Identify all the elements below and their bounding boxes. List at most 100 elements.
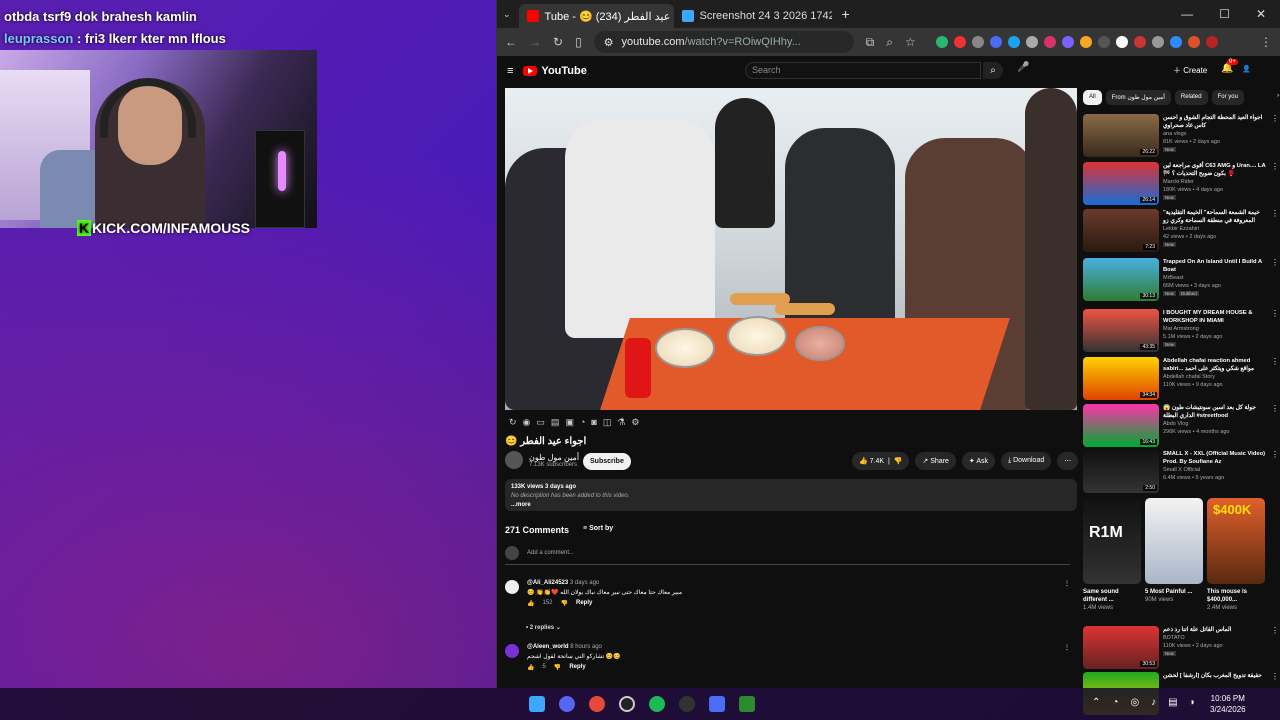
tab-screenshot[interactable]: Screenshot 24 3 2026 17422 w ✕ [674, 4, 832, 28]
reload-icon[interactable]: ↻ [553, 35, 563, 49]
more-link[interactable]: ...more [511, 501, 1071, 510]
back-icon[interactable]: ← [505, 35, 517, 49]
chip-from-channel[interactable]: From أمين مول طون [1105, 90, 1171, 105]
volume-icon[interactable]: ◗ [1190, 697, 1196, 708]
recommendation-item[interactable]: 30:53 الماس القاتل علة اتنا رد دعم BOTATO 1… [1083, 626, 1279, 669]
minimize-icon[interactable]: — [1181, 7, 1193, 21]
chip-all[interactable]: All [1083, 90, 1102, 105]
video-thumbnail[interactable]: 30:53 [1083, 626, 1159, 669]
settings-icon[interactable]: ⚙ [631, 417, 639, 428]
like-icon[interactable]: 👍 [527, 600, 534, 607]
app-icon[interactable] [679, 696, 695, 712]
caption-icon[interactable]: ▤ [551, 417, 560, 428]
extension-icon[interactable] [1061, 36, 1074, 48]
chip-related[interactable]: Related [1174, 90, 1208, 105]
obs-icon[interactable] [619, 696, 635, 712]
zoom-icon[interactable]: ⌕ [886, 35, 893, 50]
extension-icon[interactable] [1187, 36, 1200, 48]
short-thumbnail[interactable]: R1M [1083, 498, 1141, 584]
subscribe-button[interactable]: Subscribe [583, 453, 631, 470]
filter-icon[interactable]: ⚗ [617, 417, 625, 428]
extension-icon[interactable] [1097, 36, 1110, 48]
site-info-icon[interactable]: ⚙ [604, 36, 614, 49]
short-thumbnail[interactable] [1145, 498, 1203, 584]
recommendation-menu-icon[interactable]: ⋮ [1271, 309, 1279, 352]
recommendation-menu-icon[interactable]: ⋮ [1271, 357, 1279, 400]
recommendation-item[interactable]: 34:34 Abdellah chafai reaction ahmed sabi… [1083, 357, 1279, 400]
comment-author[interactable]: @Ali_Ali24523 [527, 580, 568, 586]
menu-icon[interactable]: ⋮ [1260, 35, 1272, 49]
theater-icon[interactable]: ▭ [536, 417, 545, 428]
spotify-icon[interactable] [649, 696, 665, 712]
video-thumbnail[interactable]: 30:13 [1083, 258, 1159, 301]
add-comment-input[interactable]: Add a comment... [527, 550, 574, 556]
recommendation-item[interactable]: 26:14 أقوى مراجعة لين C63 AMG و Uran.... … [1083, 162, 1279, 205]
app-icon[interactable] [739, 696, 755, 712]
comment-menu-icon[interactable]: ⋮ [1064, 580, 1070, 607]
extension-icon[interactable] [989, 36, 1002, 48]
short-title[interactable]: 5 Most Painful ... [1145, 588, 1203, 596]
mic-icon[interactable]: ♪ [1151, 697, 1156, 708]
tray-icon[interactable]: ◎ [1130, 697, 1139, 708]
app-icon[interactable] [709, 696, 725, 712]
url-field[interactable]: ⚙ youtube.com/watch?v=ROiwQIHhy... [593, 31, 854, 53]
clock[interactable]: 10:06 PM 3/24/2026 [1210, 693, 1246, 715]
dislike-icon[interactable]: 👎 [561, 600, 568, 607]
recommendation-item[interactable]: 2:50 SMALL X - XXL (Official Music Video)… [1083, 450, 1279, 493]
recommendation-menu-icon[interactable]: ⋮ [1271, 450, 1279, 493]
extension-icon[interactable] [971, 36, 984, 48]
loop-icon[interactable]: ↻ [509, 417, 517, 428]
forward-icon[interactable]: → [529, 35, 541, 49]
extension-icon[interactable] [1151, 36, 1164, 48]
like-icon[interactable]: 👍 [527, 664, 534, 671]
recommendation-item[interactable]: 16:43 جولة كل بعد اسبن سونتيشات طون 😱 الد… [1083, 404, 1279, 447]
tab-youtube[interactable]: Tube - 😊 اجواء عيد الفطر (234) ✕ [518, 4, 674, 28]
avatar[interactable] [505, 644, 519, 658]
short-title[interactable]: Same sound different ... [1083, 588, 1141, 604]
recommendation-menu-icon[interactable]: ⋮ [1271, 626, 1279, 669]
windows-start-icon[interactable] [529, 696, 545, 712]
share-button[interactable]: ↗ Share [915, 452, 956, 470]
download-button[interactable]: ⤓ Download [1001, 452, 1052, 470]
video-thumbnail[interactable]: 26:22 [1083, 114, 1159, 157]
install-icon[interactable]: ⧉ [866, 35, 875, 50]
new-tab-icon[interactable]: + [842, 6, 850, 22]
tab-list-icon[interactable]: ⌄ [503, 9, 511, 20]
extension-icon[interactable] [1007, 36, 1020, 48]
bookmark-star-icon[interactable]: ☆ [905, 35, 916, 49]
screenshot-icon[interactable]: ◙ [591, 417, 596, 428]
recommendation-menu-icon[interactable]: ⋮ [1271, 258, 1279, 301]
volume-icon[interactable]: ◫ [603, 417, 612, 428]
reply-button[interactable]: Reply [569, 664, 585, 671]
extension-icon[interactable] [1169, 36, 1182, 48]
microphone-icon[interactable]: 🎤 [1017, 62, 1029, 73]
recommendation-menu-icon[interactable]: ⋮ [1271, 209, 1279, 252]
video-thumbnail[interactable]: 2:50 [1083, 450, 1159, 493]
create-button[interactable]: ＋ Create [1173, 65, 1207, 76]
extension-icon[interactable] [953, 36, 966, 48]
short-title[interactable]: This mouse is $400,000... [1207, 588, 1265, 604]
extension-icon[interactable] [1043, 36, 1056, 48]
extension-icon[interactable] [1115, 36, 1128, 48]
extension-icon[interactable] [1205, 36, 1218, 48]
tray-icon[interactable]: ◔ [1112, 697, 1118, 708]
recommendation-item[interactable]: 7:23 "خيمة الشمعة السماحة" الخيمة التقليد… [1083, 209, 1279, 252]
recommendation-menu-icon[interactable]: ⋮ [1271, 404, 1279, 447]
network-icon[interactable]: ▤ [1168, 697, 1177, 708]
pip-icon[interactable]: ▣ [565, 417, 574, 428]
maximize-icon[interactable]: ☐ [1219, 7, 1230, 21]
video-thumbnail[interactable]: 26:14 [1083, 162, 1159, 205]
chrome-icon[interactable] [589, 696, 605, 712]
recommendation-item[interactable]: 30:13 Trapped On An Island Until I Build … [1083, 258, 1279, 301]
channel-name[interactable]: أمين مول طون [529, 453, 579, 462]
chevron-up-icon[interactable]: ⌃ [1092, 697, 1100, 708]
extension-icon[interactable] [1079, 36, 1092, 48]
like-button[interactable]: 👍 7.4K | 👎 [852, 452, 910, 470]
channel-avatar[interactable] [505, 451, 523, 469]
search-button[interactable]: ⌕ [983, 62, 1003, 79]
reply-button[interactable]: Reply [576, 600, 592, 607]
extension-icon[interactable] [1133, 36, 1146, 48]
replies-toggle[interactable]: • 2 replies ⌄ [526, 624, 561, 631]
video-thumbnail[interactable]: 43:35 [1083, 309, 1159, 352]
video-thumbnail[interactable]: 7:23 [1083, 209, 1159, 252]
